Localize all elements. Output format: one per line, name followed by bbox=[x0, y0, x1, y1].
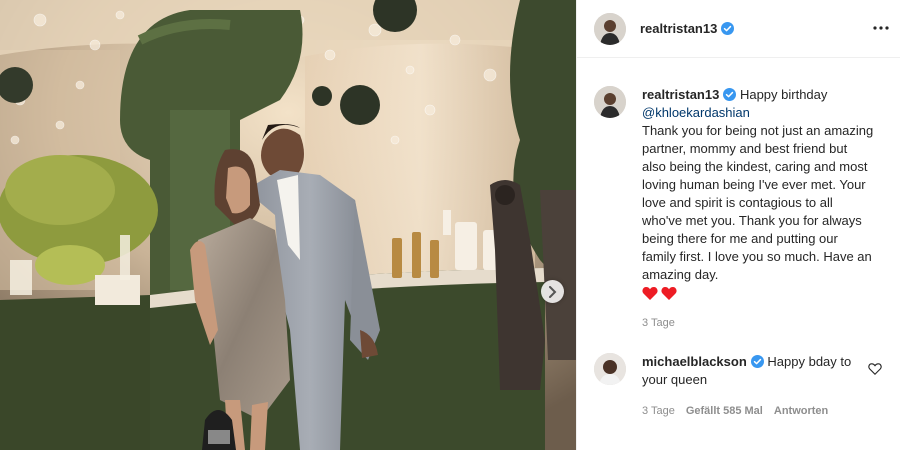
comment-meta: 3 Tage Gefällt 585 Mal Antworten bbox=[642, 405, 828, 417]
more-options-button[interactable] bbox=[871, 18, 891, 38]
avatar-image bbox=[594, 353, 626, 385]
verified-badge-icon bbox=[721, 22, 735, 35]
post-header: realtristan13 bbox=[577, 0, 900, 58]
instagram-post-view: realtristan13 realtristan13 Happy birthd… bbox=[0, 0, 900, 450]
post-photo[interactable] bbox=[0, 0, 576, 450]
like-comment-heart-icon[interactable] bbox=[868, 362, 882, 376]
chevron-right-icon bbox=[549, 285, 557, 298]
caption-timestamp[interactable]: 3 Tage bbox=[642, 317, 675, 329]
caption-greeting: Happy birthday bbox=[739, 87, 828, 102]
post-caption: realtristan13 Happy birthday @khloekarda… bbox=[642, 86, 874, 301]
verified-badge-icon bbox=[750, 355, 764, 368]
reply-button[interactable]: Antworten bbox=[774, 405, 828, 417]
caption-mention-link[interactable]: @khloekardashian bbox=[642, 105, 750, 120]
carousel-next-button[interactable] bbox=[541, 280, 564, 303]
party-photo-illustration bbox=[0, 0, 576, 450]
caption-text: Thank you for being not just an amazing … bbox=[642, 123, 874, 282]
more-options-icon bbox=[873, 26, 889, 30]
caption-author-avatar[interactable] bbox=[594, 86, 626, 118]
post-details-panel: realtristan13 realtristan13 Happy birthd… bbox=[576, 0, 900, 450]
red-heart-emoji-icon bbox=[661, 287, 677, 300]
caption-username[interactable]: realtristan13 bbox=[642, 87, 719, 102]
comment-row: michaelblackson Happy bday to your queen bbox=[594, 353, 894, 389]
caption-row: realtristan13 Happy birthday @khloekarda… bbox=[594, 86, 894, 301]
red-heart-emoji-icon bbox=[642, 287, 658, 300]
avatar-image bbox=[594, 86, 626, 118]
comment: michaelblackson Happy bday to your queen bbox=[642, 353, 857, 389]
author-username[interactable]: realtristan13 bbox=[640, 21, 717, 36]
comment-likes-count[interactable]: Gefällt 585 Mal bbox=[686, 405, 763, 417]
commenter-username[interactable]: michaelblackson bbox=[642, 354, 747, 369]
commenter-avatar[interactable] bbox=[594, 353, 626, 385]
avatar-image bbox=[594, 12, 626, 45]
author-avatar[interactable] bbox=[594, 12, 626, 45]
caption-emojis bbox=[642, 286, 874, 301]
verified-badge-icon bbox=[723, 88, 737, 101]
comment-timestamp[interactable]: 3 Tage bbox=[642, 405, 675, 417]
